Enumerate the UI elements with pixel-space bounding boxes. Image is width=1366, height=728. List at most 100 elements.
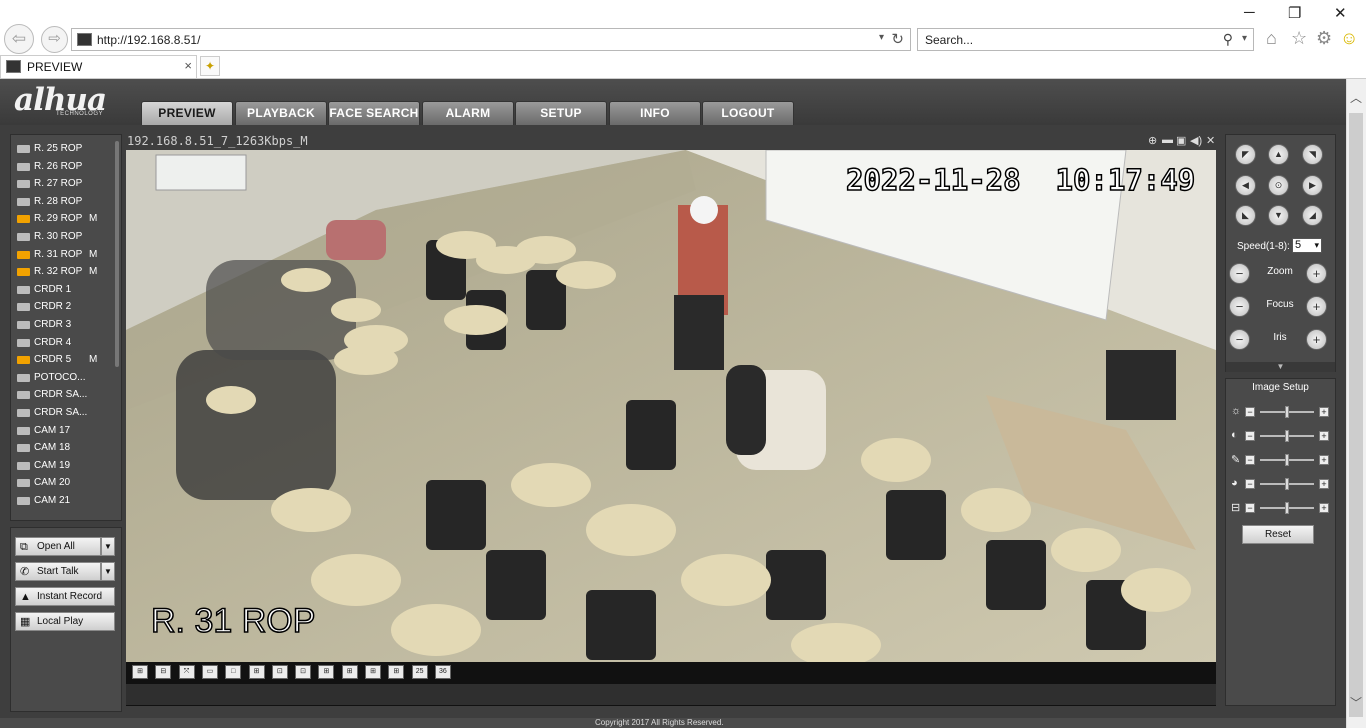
device-item[interactable]: CRDR SA... (17, 387, 117, 404)
device-item[interactable]: R. 29 ROP M (17, 211, 117, 228)
device-item[interactable]: CRDR 2 (17, 299, 117, 316)
close-stream-icon[interactable]: ✕ (1206, 134, 1215, 147)
nav-tab-alarm[interactable]: ALARM (422, 101, 514, 125)
scroll-thumb[interactable] (1349, 113, 1363, 717)
saturation-increase-button[interactable]: + (1319, 455, 1329, 465)
brightness-knob[interactable] (1285, 406, 1289, 418)
address-bar[interactable]: http://192.168.8.51/ ▾ ↻ (71, 28, 911, 51)
contrast-increase-button[interactable]: + (1319, 431, 1329, 441)
nav-tab-playback[interactable]: PLAYBACK (235, 101, 327, 125)
device-item[interactable]: CAM 18 (17, 440, 117, 457)
ptz-up-right-button[interactable]: ◥ (1302, 144, 1323, 165)
focus-far-button[interactable]: + (1306, 296, 1327, 317)
saturation-decrease-button[interactable]: − (1245, 455, 1255, 465)
gain-knob[interactable] (1285, 502, 1289, 514)
refresh-icon[interactable]: ↻ (891, 30, 904, 48)
favorites-star-icon[interactable]: ☆ (1291, 28, 1307, 49)
split-layout-button[interactable]: ⊡ (295, 665, 312, 679)
split-layout-button[interactable]: ⊟ (155, 665, 172, 679)
split-layout-button[interactable]: 25 (411, 665, 428, 679)
device-item[interactable]: R. 28 ROP (17, 194, 117, 211)
scroll-up-icon[interactable]: ︿ (1350, 89, 1362, 106)
list-scrollbar[interactable] (115, 141, 119, 367)
audio-icon[interactable]: ◀) (1190, 134, 1202, 147)
forward-button[interactable]: ⇨ (41, 26, 68, 53)
search-bar[interactable]: Search... ⚲ ▾ (917, 28, 1254, 51)
split-layout-button[interactable]: ⊞ (248, 665, 265, 679)
device-item[interactable]: POTOCO... (17, 370, 117, 387)
home-icon[interactable]: ⌂ (1266, 28, 1277, 49)
device-item[interactable]: R. 30 ROP (17, 229, 117, 246)
instant-record-button[interactable]: ▲ Instant Record (15, 587, 115, 606)
start-talk-dropdown[interactable]: ▼ (101, 562, 115, 581)
split-layout-button[interactable]: ⊞ (132, 665, 148, 679)
device-item[interactable]: CAM 19 (17, 458, 117, 475)
reset-button[interactable]: Reset (1242, 525, 1314, 544)
split-layout-button[interactable]: ⤧ (178, 665, 195, 679)
device-item[interactable]: CAM 21 (17, 493, 117, 510)
zoom-in-icon[interactable]: ⊕ (1148, 134, 1157, 147)
scroll-down-icon[interactable]: ﹀ (1350, 694, 1362, 711)
split-layout-button[interactable]: ⊞ (388, 665, 405, 679)
ptz-down-button[interactable]: ▼ (1268, 205, 1289, 226)
device-item[interactable]: CRDR 3 (17, 317, 117, 334)
zoom-out-button[interactable]: − (1229, 263, 1250, 284)
device-item[interactable]: CRDR SA... (17, 405, 117, 422)
feedback-smiley-icon[interactable]: ☺ (1340, 28, 1358, 49)
hue-decrease-button[interactable]: − (1245, 479, 1255, 489)
split-layout-button[interactable]: ⊞ (318, 665, 335, 679)
chevron-down-icon[interactable]: ▾ (879, 32, 884, 43)
contrast-decrease-button[interactable]: − (1245, 431, 1255, 441)
ptz-right-button[interactable]: ▶ (1302, 175, 1323, 196)
open-all-button[interactable]: ⧉ Open All (15, 537, 101, 556)
focus-near-button[interactable]: − (1229, 296, 1250, 317)
hue-knob[interactable] (1285, 478, 1289, 490)
nav-tab-setup[interactable]: SETUP (515, 101, 607, 125)
search-icon[interactable]: ⚲ (1223, 31, 1233, 48)
iris-close-button[interactable]: − (1229, 329, 1250, 350)
brightness-increase-button[interactable]: + (1319, 407, 1329, 417)
gain-decrease-button[interactable]: − (1245, 503, 1255, 513)
new-tab-button[interactable]: ✦ (200, 56, 220, 76)
device-item[interactable]: CRDR 5 M (17, 352, 117, 369)
minimize-stream-icon[interactable]: ▬ (1162, 134, 1173, 146)
ptz-auto-button[interactable]: ⊙ (1268, 175, 1289, 196)
snapshot-icon[interactable]: ▣ (1176, 134, 1186, 147)
device-item[interactable]: R. 26 ROP (17, 159, 117, 176)
collapse-ptz-button[interactable]: ▼ (1226, 362, 1335, 372)
page-scrollbar[interactable]: ︿ ﹀ (1346, 79, 1366, 728)
search-input[interactable]: Search... (925, 33, 973, 47)
device-item[interactable]: R. 27 ROP (17, 176, 117, 193)
contrast-knob[interactable] (1285, 430, 1289, 442)
saturation-knob[interactable] (1285, 454, 1289, 466)
nav-tab-face-search[interactable]: FACE SEARCH (328, 101, 420, 125)
device-item[interactable]: R. 25 ROP (17, 141, 117, 158)
ptz-up-left-button[interactable]: ◤ (1235, 144, 1256, 165)
restore-button[interactable]: ❐ (1288, 4, 1301, 22)
gain-increase-button[interactable]: + (1319, 503, 1329, 513)
split-layout-button[interactable]: ⊞ (365, 665, 381, 679)
split-layout-button[interactable]: 36 (434, 665, 451, 679)
device-item[interactable]: R. 32 ROP M (17, 264, 117, 281)
close-window-button[interactable]: ✕ (1334, 4, 1347, 22)
open-all-dropdown[interactable]: ▼ (101, 537, 115, 556)
hue-increase-button[interactable]: + (1319, 479, 1329, 489)
brightness-decrease-button[interactable]: − (1245, 407, 1255, 417)
minimize-button[interactable]: ─ (1244, 4, 1255, 21)
zoom-in-button[interactable]: + (1306, 263, 1327, 284)
local-play-button[interactable]: ▦ Local Play (15, 612, 115, 631)
tab-close-icon[interactable]: × (184, 58, 192, 73)
nav-tab-info[interactable]: INFO (609, 101, 701, 125)
ptz-down-left-button[interactable]: ◣ (1235, 205, 1256, 226)
iris-open-button[interactable]: + (1306, 329, 1327, 350)
device-item[interactable]: CAM 20 (17, 475, 117, 492)
device-item[interactable]: CRDR 1 (17, 282, 117, 299)
device-item[interactable]: CRDR 4 (17, 335, 117, 352)
browser-tab[interactable]: PREVIEW × (0, 55, 197, 78)
split-layout-button[interactable]: ⊞ (341, 665, 358, 679)
camera-video-feed[interactable]: 2022-11-28 10:17:49 R. 31 ROP (126, 150, 1216, 662)
ptz-left-button[interactable]: ◀ (1235, 175, 1256, 196)
split-layout-button[interactable]: ⊡ (271, 665, 288, 679)
address-text[interactable]: http://192.168.8.51/ (97, 33, 200, 47)
split-layout-button[interactable]: □ (225, 665, 242, 679)
